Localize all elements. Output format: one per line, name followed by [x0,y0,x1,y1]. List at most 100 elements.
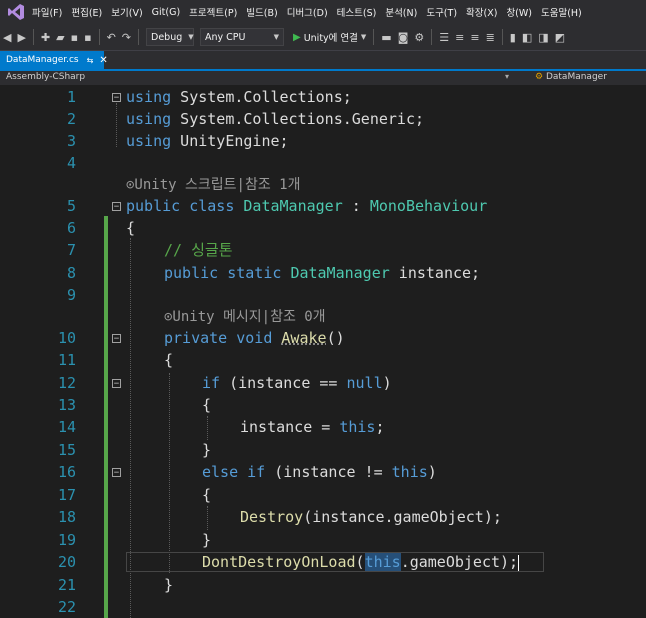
undo-icon[interactable]: ↶ [107,31,116,44]
collapse-icon[interactable]: − [112,379,121,389]
collapse-icon[interactable]: − [112,93,121,103]
class-icon: ⚙ [535,72,544,82]
code-line: { [164,351,174,369]
code-line: using System.Collections.Generic; [126,110,425,128]
collapse-icon[interactable]: − [112,468,121,478]
menu-view[interactable]: 보기(V) [111,5,142,19]
code-line: { [202,486,212,504]
pin-icon[interactable]: ⇆ [87,56,94,65]
text-caret [518,554,520,571]
codelens-method-hint[interactable]: ⊙Unity 메시지|참조 0개 [164,308,326,326]
menu-help[interactable]: 도움말(H) [541,5,582,19]
code-line: else if (instance != this) [202,463,437,481]
toolbar-separator [32,29,34,45]
platform-dropdown[interactable]: Any CPU ▼ [200,28,284,46]
line-number: 3 [66,132,76,150]
menu-git[interactable]: Git(G) [152,7,181,18]
indent-icon[interactable]: ≡ [455,31,464,44]
navigate-forward-icon[interactable]: ▶ [17,31,25,44]
chevron-down-icon: ▼ [273,33,279,41]
class-dropdown-label: DataManager [545,72,607,82]
menu-tools[interactable]: 도구(T) [426,5,457,19]
line-number: 12 [57,374,76,392]
run-button[interactable]: Unity에 연결 [304,30,358,44]
menu-debug[interactable]: 디버그(D) [287,5,328,19]
line-number: 7 [66,241,76,259]
outdent-icon[interactable]: ≡ [470,31,479,44]
menu-edit[interactable]: 편집(E) [71,5,102,19]
menu-window[interactable]: 창(W) [506,5,532,19]
indent-guide [207,506,208,530]
navigate-back-icon[interactable]: ◀ [3,31,11,44]
code-line: using System.Collections; [126,88,352,106]
chevron-down-icon[interactable]: ▾ [505,72,509,81]
align-icon[interactable]: ☰ [439,31,449,44]
play-icon[interactable]: ▶ [293,32,301,43]
menu-build[interactable]: 빌드(B) [246,5,277,19]
change-marker [104,216,108,618]
settings-icon[interactable]: ⚙ [414,31,424,44]
tab-datamanager[interactable]: DataManager.cs ⇆ ✕ [0,51,108,69]
line-number: 1 [66,88,76,106]
toolbar: ◀ ▶ ✚ ▰ ▪ ▪ ↶ ↷ Debug ▼ Any CPU ▼ ▶ Unity에… [0,24,646,51]
code-line: { [202,396,212,414]
save-all-icon[interactable]: ▪ [84,31,91,44]
menu-extensions[interactable]: 확장(X) [466,5,497,19]
bookmark-clear-icon[interactable]: ◩ [555,31,565,44]
code-editor[interactable]: 1 2 3 4 5 6 7 8 9 10 11 12 13 14 15 16 1… [0,86,646,618]
line-number: 6 [66,219,76,237]
toolbar-separator [98,29,100,45]
menu-file[interactable]: 파일(F) [32,5,62,19]
indent-guide [169,373,170,573]
codelens-class-hint[interactable]: ⊙Unity 스크립트|참조 1개 [126,176,300,194]
project-dropdown[interactable]: Assembly-CSharp [6,72,85,82]
menu-bar: 파일(F) 편집(E) 보기(V) Git(G) 프로젝트(P) 빌드(B) 디… [0,0,646,24]
new-project-icon[interactable]: ✚ [41,31,50,44]
code-line: instance = this; [240,418,385,436]
collapse-icon[interactable]: − [112,334,121,344]
chevron-down-icon: ▼ [188,33,194,41]
open-folder-icon[interactable]: ▰ [56,31,64,44]
line-number: 17 [57,486,76,504]
visual-studio-logo-icon[interactable] [6,2,26,22]
configuration-dropdown[interactable]: Debug ▼ [146,28,194,46]
code-line: private void Awake() [164,329,345,347]
line-number: 18 [57,508,76,526]
code-line: } [164,576,174,594]
line-number: 20 [57,553,76,571]
document-tab-strip: DataManager.cs ⇆ ✕ [0,51,646,71]
tab-filename: DataManager.cs [6,55,79,65]
class-dropdown[interactable]: ⚙ DataManager [535,72,607,82]
code-line: if (instance == null) [202,374,392,392]
line-number: 8 [66,264,76,282]
code-line: using UnityEngine; [126,132,289,150]
bookmark-prev-icon[interactable]: ◧ [522,31,532,44]
configuration-value: Debug [151,31,183,43]
save-icon[interactable]: ▪ [71,31,78,44]
code-line: { [126,219,136,237]
close-icon[interactable]: ✕ [99,55,107,66]
code-line: } [202,441,212,459]
menu-project[interactable]: 프로젝트(P) [189,5,237,19]
line-number: 16 [57,463,76,481]
comment-icon[interactable]: ≣ [486,31,495,44]
code-comment: // 싱글톤 [164,241,233,259]
line-number: 10 [57,329,76,347]
line-number: 13 [57,396,76,414]
bookmark-next-icon[interactable]: ◨ [538,31,548,44]
folder-icon[interactable]: ▬ [381,31,391,44]
line-number: 4 [66,154,76,172]
line-number: 22 [57,598,76,616]
chevron-down-icon[interactable]: ▼ [361,33,366,41]
bookmark-icon[interactable]: ▮ [510,31,516,44]
line-number: 21 [57,576,76,594]
toolbar-separator [431,29,433,45]
line-number: 14 [57,418,76,436]
indent-guide [207,416,208,440]
camera-icon[interactable]: ◙ [398,31,409,44]
menu-analyze[interactable]: 분석(N) [385,5,417,19]
collapse-icon[interactable]: − [112,202,121,212]
redo-icon[interactable]: ↷ [122,31,131,44]
code-line-current: DontDestroyOnLoad(this.gameObject); [202,553,520,571]
menu-test[interactable]: 테스트(S) [337,5,377,19]
